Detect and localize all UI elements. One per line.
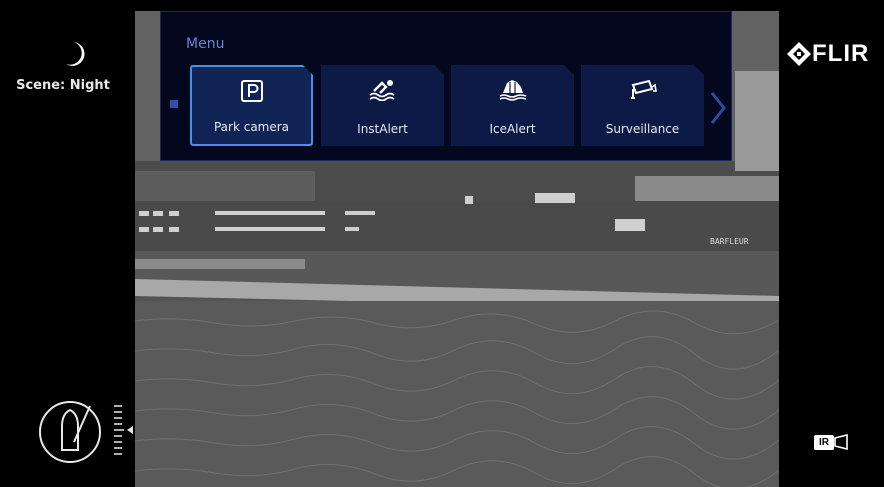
flir-logo-text: FLIR	[812, 40, 870, 67]
menu-item-instalert[interactable]: InstAlert	[321, 65, 444, 146]
moon-icon	[66, 42, 85, 66]
page-indicator	[170, 100, 178, 108]
ice-icon	[498, 77, 528, 101]
flir-emblem-icon	[787, 42, 811, 66]
flir-logo: FLIR	[786, 40, 869, 68]
menu-item-label: Surveillance	[605, 122, 680, 136]
menu-item-surveillance[interactable]: Surveillance	[581, 65, 704, 146]
tilt-scale-icon	[114, 405, 124, 455]
heading-needle-icon	[73, 405, 91, 443]
chevron-right-icon[interactable]	[707, 90, 729, 126]
menu-item-icealert[interactable]: IceAlert	[451, 65, 574, 146]
camera-mode-label: IR	[814, 434, 834, 450]
menu-item-label: InstAlert	[357, 122, 408, 136]
menu-title: Menu	[186, 36, 225, 52]
camera-display: BARFLEUR Scene: Night FLIR IR Menu Park …	[0, 0, 884, 487]
menu-item-park-camera[interactable]: Park camera	[190, 65, 313, 146]
right-info-panel	[779, 11, 875, 487]
video-camera-icon	[834, 434, 848, 450]
camera-mode-indicator[interactable]: IR	[814, 434, 848, 450]
scene-mode-label: Scene: Night	[16, 78, 110, 93]
swimmer-icon	[368, 77, 398, 101]
menu-item-label: IceAlert	[489, 122, 536, 136]
heading-indicator	[39, 401, 133, 463]
ship-name-text: BARFLEUR	[710, 237, 749, 246]
parking-icon	[240, 79, 264, 103]
menu-item-label: Park camera	[213, 120, 290, 134]
tilt-pointer-icon	[127, 426, 133, 434]
camera-icon	[629, 77, 657, 101]
boat-icon	[61, 408, 79, 451]
